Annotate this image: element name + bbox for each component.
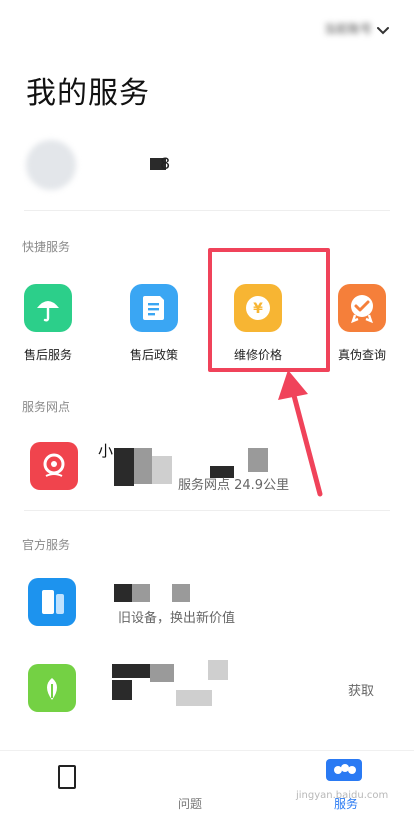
page-title: 我的服务: [26, 76, 150, 111]
service-tab-icon: [326, 759, 362, 781]
annotation-arrow: [278, 370, 323, 497]
highlight-box: [208, 248, 330, 372]
mosaic-block: [150, 664, 174, 682]
nav-label: 问题: [178, 797, 203, 811]
trade-in-icon: [28, 578, 76, 626]
quick-service-label: 真伪查询: [337, 348, 386, 362]
mosaic-block: [176, 690, 212, 706]
section-label-quick: 快捷服务: [22, 240, 71, 254]
quick-service-label: 售后服务: [23, 348, 72, 362]
mosaic-block: [132, 584, 150, 602]
user-name-fragment: 8: [160, 154, 171, 173]
mosaic-block: [152, 456, 172, 484]
avatar[interactable]: [26, 140, 76, 190]
nav-item-service[interactable]: 服务: [318, 757, 388, 817]
leaf-icon: [28, 664, 76, 712]
mosaic-block: [112, 680, 132, 700]
divider: [24, 510, 390, 511]
bottom-nav: 问题 服务: [0, 750, 414, 823]
mosaic-block: [208, 660, 228, 680]
quick-service-label: 售后政策: [129, 348, 178, 362]
official-service-subtitle: 旧设备，换出新价值: [118, 611, 236, 626]
chevron-down-icon[interactable]: [376, 22, 390, 35]
mosaic-block: [172, 584, 190, 602]
section-label-points: 服务网点: [22, 400, 71, 414]
mosaic-block: [134, 448, 152, 484]
section-label-official: 官方服务: [22, 538, 71, 552]
badge-check-icon: [338, 284, 386, 332]
nav-item-question[interactable]: 问题: [40, 759, 202, 819]
divider: [24, 210, 390, 211]
service-point-title: 小: [98, 442, 114, 460]
mosaic-block: [248, 448, 268, 472]
account-name[interactable]: 当前账号: [324, 20, 374, 36]
official-service-right-text: 获取: [348, 684, 375, 699]
mosaic-block: [114, 448, 134, 468]
mosaic-block: [114, 468, 134, 486]
mosaic-block: [112, 664, 152, 678]
location-pin-icon: [30, 442, 78, 490]
document-icon: [130, 284, 178, 332]
watermark: jingyan.baidu.com: [296, 790, 389, 801]
umbrella-icon: [24, 284, 72, 332]
device-icon: [58, 765, 76, 789]
mosaic-block: [114, 584, 132, 602]
